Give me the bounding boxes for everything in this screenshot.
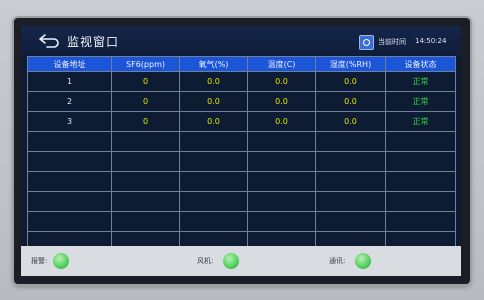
empty-row [27, 191, 456, 212]
cell-address: 2 [27, 91, 112, 112]
fan-label: 风机: [197, 257, 214, 265]
alarm-label: 报警: [31, 257, 48, 265]
cell-status: 正常 [385, 111, 456, 132]
alarm-indicator-icon [53, 253, 69, 269]
hmi-screen: 监视窗口 当前时间 14:50:24 设备地址 SF6(ppm) 氧气(%) 温… [21, 26, 461, 276]
column-header-sf6: SF6(ppm) [111, 56, 180, 72]
table-row: 2 0 0.0 0.0 0.0 正常 [27, 91, 456, 112]
empty-row [27, 211, 456, 232]
table-header-row: 设备地址 SF6(ppm) 氧气(%) 温度(C) 湿度(%RH) 设备状态 [27, 56, 456, 72]
current-time-label: 当前时间 [378, 38, 406, 46]
cell-humidity: 0.0 [315, 111, 386, 132]
comm-label: 通讯: [329, 257, 346, 265]
current-time-value: 14:50:24 [415, 37, 447, 45]
table-row: 3 0 0.0 0.0 0.0 正常 [27, 111, 456, 132]
empty-row [27, 131, 456, 152]
monitor-table: 设备地址 SF6(ppm) 氧气(%) 温度(C) 湿度(%RH) 设备状态 1… [27, 56, 456, 252]
fan-indicator-icon [223, 253, 239, 269]
cell-sf6: 0 [111, 111, 180, 132]
back-arrow-icon[interactable] [37, 32, 61, 50]
column-header-temperature: 温度(C) [247, 56, 316, 72]
empty-row [27, 151, 456, 172]
cell-temperature: 0.0 [247, 71, 316, 92]
title-bar: 监视窗口 当前时间 14:50:24 [21, 26, 461, 56]
status-bar: 报警: 风机: 通讯: [21, 246, 461, 276]
cell-humidity: 0.0 [315, 91, 386, 112]
column-header-oxygen: 氧气(%) [179, 56, 248, 72]
cell-status: 正常 [385, 91, 456, 112]
cell-oxygen: 0.0 [179, 91, 248, 112]
cell-sf6: 0 [111, 71, 180, 92]
column-header-status: 设备状态 [385, 56, 456, 72]
empty-row [27, 171, 456, 192]
cell-status: 正常 [385, 71, 456, 92]
cell-temperature: 0.0 [247, 91, 316, 112]
column-header-address: 设备地址 [27, 56, 112, 72]
clock-icon [359, 35, 374, 50]
window-title: 监视窗口 [67, 35, 120, 49]
cell-temperature: 0.0 [247, 111, 316, 132]
column-header-humidity: 湿度(%RH) [315, 56, 386, 72]
comm-indicator-icon [355, 253, 371, 269]
cell-humidity: 0.0 [315, 71, 386, 92]
cell-address: 1 [27, 71, 112, 92]
table-row: 1 0 0.0 0.0 0.0 正常 [27, 71, 456, 92]
cell-oxygen: 0.0 [179, 111, 248, 132]
cell-oxygen: 0.0 [179, 71, 248, 92]
cell-sf6: 0 [111, 91, 180, 112]
cell-address: 3 [27, 111, 112, 132]
